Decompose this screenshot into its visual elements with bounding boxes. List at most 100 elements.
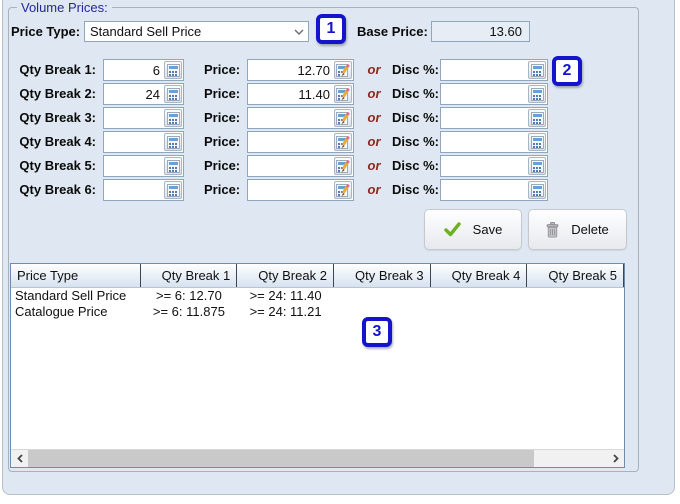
chevron-right-icon [612, 454, 619, 463]
disc-2-input[interactable] [441, 86, 527, 102]
qty-break-1-input[interactable] [104, 62, 163, 78]
column-header-qty-break-5[interactable]: Qty Break 5 [527, 264, 624, 287]
disc-6-field[interactable] [440, 179, 548, 201]
disc-4-input[interactable] [441, 134, 527, 150]
qty-break-3-input[interactable] [104, 110, 163, 126]
calculator-edit-icon [336, 135, 350, 149]
callout-3: 3 [362, 317, 392, 347]
disc-5-calculator-button[interactable] [528, 157, 546, 175]
price-5-field[interactable] [247, 155, 354, 177]
calculator-edit-icon [336, 183, 350, 197]
price-2-label: Price: [204, 86, 241, 101]
qty-break-1-label: Qty Break 1: [19, 62, 96, 77]
price-4-input[interactable] [248, 134, 333, 150]
disc-5-label: Disc %: [392, 158, 439, 173]
price-5-edit-button[interactable] [334, 157, 352, 175]
qty-break-1-field[interactable] [103, 59, 184, 81]
qty-break-3-calculator-button[interactable] [164, 109, 182, 127]
price-5-input[interactable] [248, 158, 333, 174]
disc-3-calculator-button[interactable] [528, 109, 546, 127]
price-2-input[interactable] [248, 86, 333, 102]
scrollbar-track[interactable] [28, 450, 607, 467]
price-1-edit-button[interactable] [334, 61, 352, 79]
disc-3-input[interactable] [441, 110, 527, 126]
price-6-edit-button[interactable] [334, 181, 352, 199]
column-header-qty-break-1[interactable]: Qty Break 1 [141, 264, 238, 287]
price-3-field[interactable] [247, 107, 354, 129]
price-2-field[interactable] [247, 83, 354, 105]
or-3-label: or [367, 110, 381, 125]
scrollbar-thumb[interactable] [28, 450, 534, 467]
qty-break-2-field[interactable] [103, 83, 184, 105]
calculator-icon [530, 111, 544, 125]
disc-5-field[interactable] [440, 155, 548, 177]
disc-1-field[interactable] [440, 59, 548, 81]
cell-price-type: Catalogue Price [15, 304, 108, 319]
qty-break-2-label: Qty Break 2: [19, 86, 96, 101]
disc-5-input[interactable] [441, 158, 527, 174]
or-5-label: or [367, 158, 381, 173]
delete-button[interactable]: Delete [528, 209, 627, 250]
cell-qty-break-1: >= 6: 12.70 [156, 288, 222, 303]
disc-2-calculator-button[interactable] [528, 85, 546, 103]
price-6-label: Price: [204, 182, 241, 197]
qty-break-3-label: Qty Break 3: [19, 110, 96, 125]
qty-break-1-calculator-button[interactable] [164, 61, 182, 79]
table-row[interactable]: Catalogue Price >= 6: 11.875 >= 24: 11.2… [11, 304, 624, 320]
disc-4-field[interactable] [440, 131, 548, 153]
cell-price-type: Standard Sell Price [15, 288, 127, 303]
price-6-input[interactable] [248, 182, 333, 198]
column-header-price-type[interactable]: Price Type [11, 264, 141, 287]
disc-3-field[interactable] [440, 107, 548, 129]
qty-break-6-calculator-button[interactable] [164, 181, 182, 199]
qty-break-4-field[interactable] [103, 131, 184, 153]
qty-break-5-field[interactable] [103, 155, 184, 177]
disc-1-label: Disc %: [392, 62, 439, 77]
price-2-edit-button[interactable] [334, 85, 352, 103]
price-1-input[interactable] [248, 62, 333, 78]
disc-1-input[interactable] [441, 62, 527, 78]
qty-break-5-label: Qty Break 5: [19, 158, 96, 173]
qty-break-4-input[interactable] [104, 134, 163, 150]
cell-qty-break-5 [527, 304, 624, 320]
qty-break-5-input[interactable] [104, 158, 163, 174]
qty-break-6-field[interactable] [103, 179, 184, 201]
disc-1-calculator-button[interactable] [528, 61, 546, 79]
horizontal-scrollbar[interactable] [11, 449, 624, 467]
table-row[interactable]: Standard Sell Price >= 6: 12.70 >= 24: 1… [11, 288, 624, 304]
disc-6-input[interactable] [441, 182, 527, 198]
groupbox-title: Volume Prices: [17, 1, 112, 14]
scroll-left-button[interactable] [11, 450, 28, 467]
disc-4-label: Disc %: [392, 134, 439, 149]
column-header-qty-break-2[interactable]: Qty Break 2 [237, 264, 334, 287]
disc-4-calculator-button[interactable] [528, 133, 546, 151]
qty-break-4-calculator-button[interactable] [164, 133, 182, 151]
scroll-right-button[interactable] [607, 450, 624, 467]
price-3-edit-button[interactable] [334, 109, 352, 127]
price-type-dropdown[interactable]: Standard Sell Price [84, 21, 309, 42]
price-1-field[interactable] [247, 59, 354, 81]
price-5-label: Price: [204, 158, 241, 173]
cell-qty-break-4 [431, 304, 528, 320]
volume-prices-table: Price Type Qty Break 1 Qty Break 2 Qty B… [10, 263, 625, 468]
qty-break-6-input[interactable] [104, 182, 163, 198]
column-header-qty-break-4[interactable]: Qty Break 4 [431, 264, 528, 287]
column-header-qty-break-3[interactable]: Qty Break 3 [334, 264, 431, 287]
disc-6-calculator-button[interactable] [528, 181, 546, 199]
price-6-field[interactable] [247, 179, 354, 201]
qty-break-3-field[interactable] [103, 107, 184, 129]
calculator-edit-icon [336, 111, 350, 125]
price-4-edit-button[interactable] [334, 133, 352, 151]
price-4-field[interactable] [247, 131, 354, 153]
qty-break-2-input[interactable] [104, 86, 163, 102]
qty-break-5-calculator-button[interactable] [164, 157, 182, 175]
cell-qty-break-2: >= 24: 11.40 [249, 288, 322, 303]
cell-qty-break-4 [431, 288, 528, 304]
price-3-input[interactable] [248, 110, 333, 126]
cell-qty-break-2: >= 24: 11.21 [249, 304, 322, 319]
save-button-label: Save [472, 222, 503, 237]
disc-2-field[interactable] [440, 83, 548, 105]
callout-2: 2 [552, 56, 582, 86]
qty-break-2-calculator-button[interactable] [164, 85, 182, 103]
save-button[interactable]: Save [424, 209, 522, 250]
